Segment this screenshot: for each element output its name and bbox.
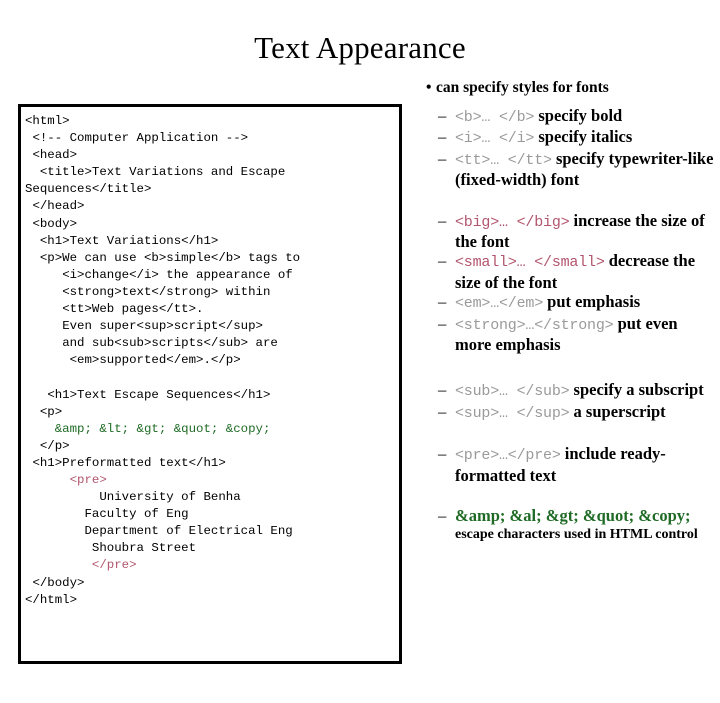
bullet-item: – <strong>…</strong> put even more emphas…: [424, 314, 716, 355]
code-line: <h1>Preformatted text</h1>: [25, 455, 226, 470]
code-line: <h1>Text Escape Sequences</h1>: [25, 387, 271, 402]
bullet-lead: • can specify styles for fonts: [426, 78, 716, 97]
bullet-group: – &amp; &al; &gt; &quot; &copy; escape cha…: [424, 506, 716, 542]
html-tag-label: <sup>… </sup>: [455, 404, 570, 422]
code-line: &amp; &lt; &gt; &quot; &copy;: [25, 421, 271, 436]
code-line: <tt>Web pages</tt>.: [25, 302, 204, 317]
code-line: </pre>: [25, 558, 137, 573]
page-title: Text Appearance: [254, 30, 466, 65]
bullet-dash-icon: –: [438, 380, 447, 400]
code-line: <p>We can use <b>simple</b> tags to: [25, 250, 301, 265]
code-line: Department of Electrical Eng: [25, 524, 293, 539]
bullet-group-spacer: [424, 485, 716, 506]
bullet-dash-icon: –: [438, 148, 447, 168]
html-tag-label: <sub>… </sub>: [455, 383, 570, 401]
html-tag-label: <b>… </b>: [455, 109, 535, 126]
code-line: </html>: [25, 592, 78, 607]
bullet-list-column: • can specify styles for fonts – <b>… </b>…: [424, 78, 716, 543]
bullet-group: – <big>… </big> increase the size of the …: [424, 211, 716, 355]
code-listing-text: <html> <!-- Computer Application --> <he…: [21, 107, 399, 609]
code-line: Faculty of Eng: [25, 507, 189, 522]
bullet-item: – <sup>… </sup> a superscript: [424, 402, 716, 423]
bullet-description: put emphasis: [543, 292, 641, 312]
bullet-item: – <i>… </i> specify italics: [424, 127, 716, 148]
html-tag-label: <pre>…</pre>: [455, 447, 561, 465]
code-line: Even super<sup>script</sup>: [25, 319, 263, 334]
bullet-dash-icon: –: [438, 210, 447, 230]
code-line: </p>: [25, 438, 70, 453]
bullet-lead-label: can specify styles for fonts: [436, 79, 609, 96]
bullet-description: specify a subscript: [569, 380, 704, 400]
html-tag-label: <em>…</em>: [455, 295, 544, 313]
bullet-dash-icon: –: [438, 251, 447, 271]
bullet-dash-icon: –: [438, 106, 447, 125]
bullet-item: – <small>… </small> decrease the size of …: [424, 251, 716, 292]
bullet-group: – <b>… </b> specify bold – <i>… </i> specif…: [424, 106, 716, 190]
bullet-item: – &amp; &al; &gt; &quot; &copy; escape cha…: [424, 506, 716, 542]
code-line: <i>change</i> the appearance of: [25, 267, 293, 282]
code-line: </body>: [25, 575, 85, 590]
escape-entities-label: &amp; &al; &gt; &quot; &copy;: [455, 506, 691, 526]
code-line: and sub<sub>scripts</sub> are: [25, 336, 278, 351]
bullet-dash-icon: –: [438, 313, 447, 333]
code-line: <head>: [25, 148, 78, 163]
bullet-group-spacer: [424, 190, 716, 211]
bullet-group: – <sub>… </sub> specify a subscript – <sup>…: [424, 380, 716, 423]
bullet-item: – <sub>… </sub> specify a subscript: [424, 380, 716, 401]
html-tag-label: <strong>…</strong>: [455, 316, 614, 334]
bullet-dash-icon: –: [438, 292, 447, 312]
bullet-group-spacer: [424, 354, 716, 380]
bullet-item: – <tt>… </tt> specify typewriter-like (fi…: [424, 149, 716, 190]
code-line: <title>Text Variations and Escape Sequen…: [25, 165, 293, 197]
bullet-dash-icon: –: [438, 127, 447, 147]
bullet-item: – <big>… </big> increase the size of the …: [424, 211, 716, 252]
bullet-description: a superscript: [569, 401, 666, 421]
bullet-description: specify bold: [534, 106, 623, 125]
html-tag-label: <i>… </i>: [455, 130, 535, 148]
bullet-description: specify italics: [534, 127, 633, 147]
html-tag-label: <small>… </small>: [455, 254, 605, 272]
bullet-item: – <pre>…</pre> include ready-formatted te…: [424, 444, 716, 485]
html-tag-label: <big>… </big>: [455, 213, 570, 231]
code-line: <html>: [25, 114, 70, 128]
code-line: <pre>: [25, 472, 107, 487]
code-line: <body>: [25, 216, 78, 231]
code-line: Shoubra Street: [25, 541, 197, 556]
code-line: </head>: [25, 199, 85, 214]
bullet-dash-icon: –: [438, 444, 447, 464]
code-line: <em>supported</em>.</p>: [25, 353, 241, 368]
code-listing-panel: <html> <!-- Computer Application --> <he…: [18, 104, 402, 664]
bullet-group-spacer: [424, 423, 716, 444]
bullet-dot-icon: •: [426, 79, 432, 96]
bullet-item: – <b>… </b> specify bold: [424, 106, 716, 127]
code-line: <h1>Text Variations</h1>: [25, 233, 219, 248]
code-line: University of Benha: [25, 490, 241, 505]
bullet-dash-icon: –: [438, 506, 447, 526]
bullet-dash-icon: –: [438, 401, 447, 421]
bullet-group: – <pre>…</pre> include ready-formatted te…: [424, 444, 716, 485]
code-line: <p>: [25, 404, 63, 419]
code-line: <strong>text</strong> within: [25, 284, 271, 299]
bullet-groups: – <b>… </b> specify bold – <i>… </i> specif…: [424, 106, 716, 543]
escape-entities-note: escape characters used in HTML control: [455, 526, 698, 542]
code-line: <!-- Computer Application -->: [25, 131, 249, 146]
html-tag-label: <tt>… </tt>: [455, 151, 552, 169]
bullet-item: – <em>…</em> put emphasis: [424, 292, 716, 313]
